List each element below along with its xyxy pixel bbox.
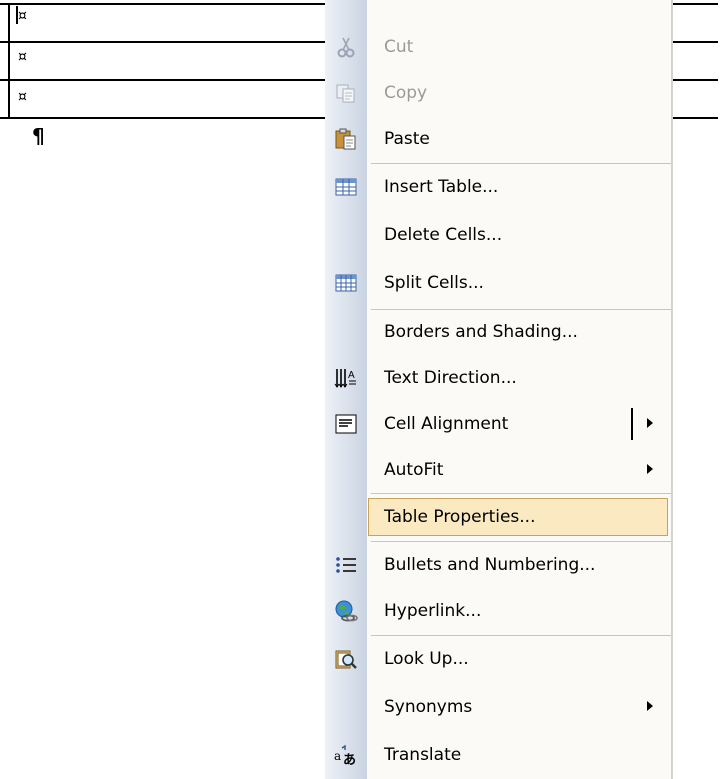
menu-item-cell-alignment[interactable]: Cell Alignment (325, 401, 671, 447)
menu-item-label: AutoFit (384, 460, 444, 480)
menu-item-label: Insert Table... (384, 177, 499, 197)
menu-item-label: Text Direction... (384, 368, 517, 388)
menu-item-hyperlink[interactable]: Hyperlink... (325, 588, 671, 634)
menu-item-borders-and-shading[interactable]: Borders and Shading... (325, 309, 671, 355)
menu-item-look-up[interactable]: Look Up... (325, 636, 671, 682)
menu-item-insert-table[interactable]: Insert Table... (325, 164, 671, 210)
cell-alignment-icon (334, 413, 358, 435)
submenu-arrow-icon (647, 464, 653, 474)
menu-item-bullets-and-numbering[interactable]: Bullets and Numbering... (325, 542, 671, 588)
menu-item-cut[interactable]: Cut (325, 24, 671, 70)
paste-icon (334, 128, 358, 150)
insert-table-icon (334, 176, 358, 198)
menu-item-label: Split Cells... (384, 273, 484, 293)
table-left-border (8, 3, 10, 119)
menu-item-label: Look Up... (384, 649, 469, 669)
menu-item-label: Delete Cells... (384, 225, 503, 245)
menu-item-label: Table Properties... (384, 507, 536, 527)
menu-item-paste[interactable]: Paste (325, 116, 671, 162)
menu-item-label: Copy (384, 83, 428, 103)
svg-text:a: a (334, 749, 341, 763)
menu-item-split-cells[interactable]: Split Cells... (325, 260, 671, 306)
hyperlink-globe-icon (334, 600, 358, 622)
cell-end-mark: ¤ (18, 89, 27, 105)
menu-item-label: Cell Alignment (384, 414, 509, 434)
menu-item-label: Cut (384, 37, 414, 57)
menu-item-table-properties[interactable]: Table Properties... (325, 494, 671, 540)
menu-item-synonyms[interactable]: Synonyms (325, 684, 671, 730)
menu-item-label: Paste (384, 129, 430, 149)
submenu-arrow-icon (647, 701, 653, 711)
menu-item-label: Synonyms (384, 697, 473, 717)
menu-item-copy[interactable]: Copy (325, 70, 671, 116)
menu-item-label: Borders and Shading... (384, 322, 578, 342)
menu-item-autofit[interactable]: AutoFit (325, 447, 671, 493)
menu-item-label: Bullets and Numbering... (384, 555, 596, 575)
menu-item-translate[interactable]: a あ Translate (325, 732, 671, 778)
submenu-split-divider (631, 408, 633, 440)
translate-icon: a あ (334, 744, 358, 768)
bullets-icon (334, 554, 358, 576)
menu-item-label: Translate (384, 745, 462, 765)
text-direction-icon: A (334, 367, 358, 389)
cell-end-mark: ¤ (18, 8, 27, 24)
cell-end-mark: ¤ (18, 49, 27, 65)
svg-text:あ: あ (343, 753, 356, 766)
look-up-icon (334, 648, 358, 670)
menu-item-label: Hyperlink... (384, 601, 482, 621)
menu-item-delete-cells[interactable]: Delete Cells... (325, 212, 671, 258)
copy-icon (334, 82, 358, 104)
context-menu[interactable]: Cut Copy Paste Insert Table... Delete Ce… (325, 0, 671, 779)
split-cells-icon (334, 272, 358, 294)
paragraph-mark: ¶ (32, 124, 45, 148)
submenu-arrow-icon (647, 418, 653, 428)
svg-text:A: A (348, 370, 355, 381)
menu-item-text-direction[interactable]: A Text Direction... (325, 355, 671, 401)
scissors-icon (334, 36, 358, 58)
